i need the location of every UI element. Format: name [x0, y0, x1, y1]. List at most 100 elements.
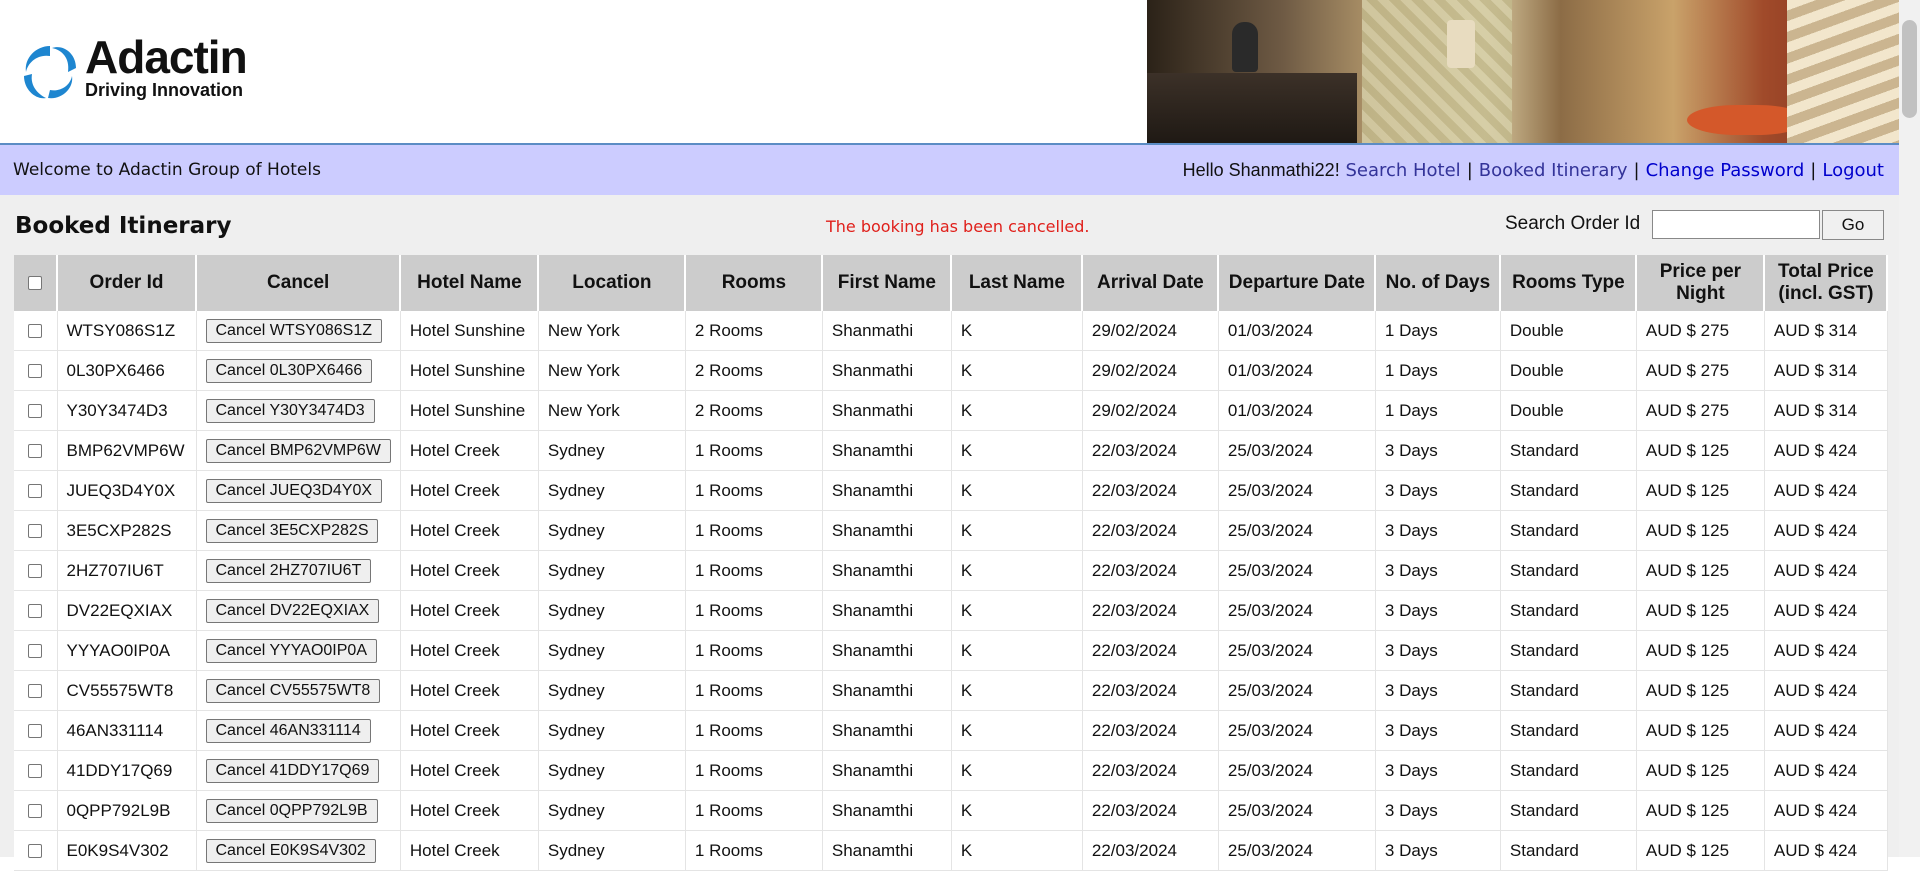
cancel-button[interactable]: Cancel 41DDY17Q69 [205, 758, 380, 783]
row-select-cell [14, 390, 58, 431]
cancel-button[interactable]: Cancel YYYAO0IP0A [205, 638, 377, 663]
cell-no-of-days: 3 Days [1375, 830, 1501, 871]
cell-location: New York [538, 311, 686, 351]
page-title: Booked Itinerary [15, 213, 232, 239]
cancel-button[interactable]: Cancel BMP62VMP6W [205, 438, 391, 463]
cancel-cell: Cancel DV22EQXIAX [196, 590, 401, 631]
cell-first-name: Shanmathi [822, 350, 952, 391]
cancel-button[interactable]: Cancel Y30Y3474D3 [205, 398, 375, 423]
cell-departure-date: 25/03/2024 [1218, 750, 1376, 791]
cancel-button[interactable]: Cancel 0QPP792L9B [205, 798, 378, 823]
cancel-button[interactable]: Cancel JUEQ3D4Y0X [205, 478, 383, 503]
row-checkbox[interactable] [28, 604, 43, 619]
cell-location: Sydney [538, 830, 686, 871]
cancel-button[interactable]: Cancel DV22EQXIAX [205, 598, 380, 623]
cell-arrival-date: 22/03/2024 [1082, 710, 1219, 751]
scrollbar-thumb[interactable] [1902, 20, 1917, 118]
cell-price-per-night: AUD $ 125 [1636, 830, 1765, 871]
cell-total-price: AUD $ 424 [1764, 430, 1888, 471]
table-row: 3E5CXP282S Cancel 3E5CXP282S Hotel Creek Sy… [14, 510, 1888, 551]
row-checkbox[interactable] [28, 444, 43, 459]
cancel-button[interactable]: Cancel WTSY086S1Z [205, 318, 383, 343]
row-checkbox[interactable] [28, 804, 43, 819]
cell-location: Sydney [538, 430, 686, 471]
logout-link[interactable]: Logout [1822, 160, 1884, 181]
cell-rooms-type: Standard [1500, 510, 1637, 551]
cell-no-of-days: 1 Days [1375, 390, 1501, 431]
go-button[interactable]: Go [1822, 210, 1884, 240]
cancel-button[interactable]: Cancel 46AN331114 [205, 718, 371, 743]
cell-first-name: Shanamthi [822, 510, 952, 551]
cell-rooms: 1 Rooms [685, 630, 823, 671]
cell-order-id: 46AN331114 [57, 710, 197, 751]
cell-hotel-name: Hotel Sunshine [400, 311, 539, 351]
row-checkbox[interactable] [28, 724, 43, 739]
itinerary-table: Order Id Cancel Hotel Name Location Room… [14, 255, 1889, 871]
table-header-row: Order Id Cancel Hotel Name Location Room… [14, 255, 1889, 311]
cell-departure-date: 25/03/2024 [1218, 670, 1376, 711]
row-checkbox[interactable] [28, 684, 43, 699]
cancel-cell: Cancel JUEQ3D4Y0X [196, 470, 401, 511]
cell-order-id: WTSY086S1Z [57, 311, 197, 351]
booked-itinerary-link[interactable]: Booked Itinerary [1479, 160, 1628, 181]
cell-arrival-date: 22/03/2024 [1082, 630, 1219, 671]
cancel-cell: Cancel 46AN331114 [196, 710, 401, 751]
cancel-button[interactable]: Cancel 0L30PX6466 [205, 358, 373, 383]
search-hotel-link[interactable]: Search Hotel [1345, 160, 1460, 181]
cell-last-name: K [951, 790, 1083, 831]
row-checkbox[interactable] [28, 484, 43, 499]
row-checkbox[interactable] [28, 764, 43, 779]
cell-total-price: AUD $ 314 [1764, 311, 1888, 351]
cell-last-name: K [951, 311, 1083, 351]
row-select-cell [14, 790, 58, 831]
table-row: DV22EQXIAX Cancel DV22EQXIAX Hotel Creek Sy… [14, 590, 1888, 631]
cell-first-name: Shanamthi [822, 550, 952, 591]
header-cancel: Cancel [196, 255, 402, 311]
cancel-button[interactable]: Cancel E0K9S4V302 [205, 838, 376, 863]
cell-arrival-date: 22/03/2024 [1082, 590, 1219, 631]
cell-rooms-type: Standard [1500, 710, 1637, 751]
cell-rooms-type: Standard [1500, 750, 1637, 791]
cell-rooms: 1 Rooms [685, 670, 823, 711]
cell-location: Sydney [538, 790, 686, 831]
cell-arrival-date: 29/02/2024 [1082, 311, 1219, 351]
cell-rooms: 1 Rooms [685, 550, 823, 591]
cell-rooms: 1 Rooms [685, 790, 823, 831]
cell-location: Sydney [538, 630, 686, 671]
search-order-input[interactable] [1652, 210, 1820, 239]
cell-first-name: Shanamthi [822, 830, 952, 871]
table-row: JUEQ3D4Y0X Cancel JUEQ3D4Y0X Hotel Creek Sy… [14, 470, 1888, 511]
cell-price-per-night: AUD $ 125 [1636, 430, 1765, 471]
row-checkbox[interactable] [28, 404, 43, 419]
cell-hotel-name: Hotel Creek [400, 590, 539, 631]
cell-order-id: YYYAO0IP0A [57, 630, 197, 671]
header-departure-date: Departure Date [1218, 255, 1377, 311]
cell-order-id: E0K9S4V302 [57, 830, 197, 871]
table-row: 0QPP792L9B Cancel 0QPP792L9B Hotel Creek Sy… [14, 790, 1888, 831]
row-checkbox[interactable] [28, 324, 43, 339]
row-checkbox[interactable] [28, 564, 43, 579]
change-password-link[interactable]: Change Password [1646, 160, 1805, 181]
select-all-checkbox[interactable] [28, 275, 42, 290]
cancel-button[interactable]: Cancel 2HZ707IU6T [205, 558, 372, 583]
header-hotel-name: Hotel Name [400, 255, 540, 311]
cancel-cell: Cancel YYYAO0IP0A [196, 630, 401, 671]
row-checkbox[interactable] [28, 844, 43, 859]
cell-arrival-date: 22/03/2024 [1082, 670, 1219, 711]
cancel-button[interactable]: Cancel 3E5CXP282S [205, 518, 379, 543]
row-checkbox[interactable] [28, 644, 43, 659]
header-order-id: Order Id [57, 255, 197, 311]
cell-location: Sydney [538, 670, 686, 711]
cell-arrival-date: 22/03/2024 [1082, 790, 1219, 831]
cell-rooms-type: Double [1500, 350, 1637, 391]
cell-total-price: AUD $ 424 [1764, 790, 1888, 831]
cell-price-per-night: AUD $ 125 [1636, 470, 1765, 511]
row-checkbox[interactable] [28, 524, 43, 539]
cell-price-per-night: AUD $ 125 [1636, 750, 1765, 791]
page-scrollbar[interactable] [1899, 0, 1920, 857]
table-row: 41DDY17Q69 Cancel 41DDY17Q69 Hotel Creek Sy… [14, 750, 1888, 791]
cell-hotel-name: Hotel Creek [400, 750, 539, 791]
row-checkbox[interactable] [28, 364, 43, 379]
cell-departure-date: 25/03/2024 [1218, 550, 1376, 591]
cancel-button[interactable]: Cancel CV55575WT8 [205, 678, 381, 703]
